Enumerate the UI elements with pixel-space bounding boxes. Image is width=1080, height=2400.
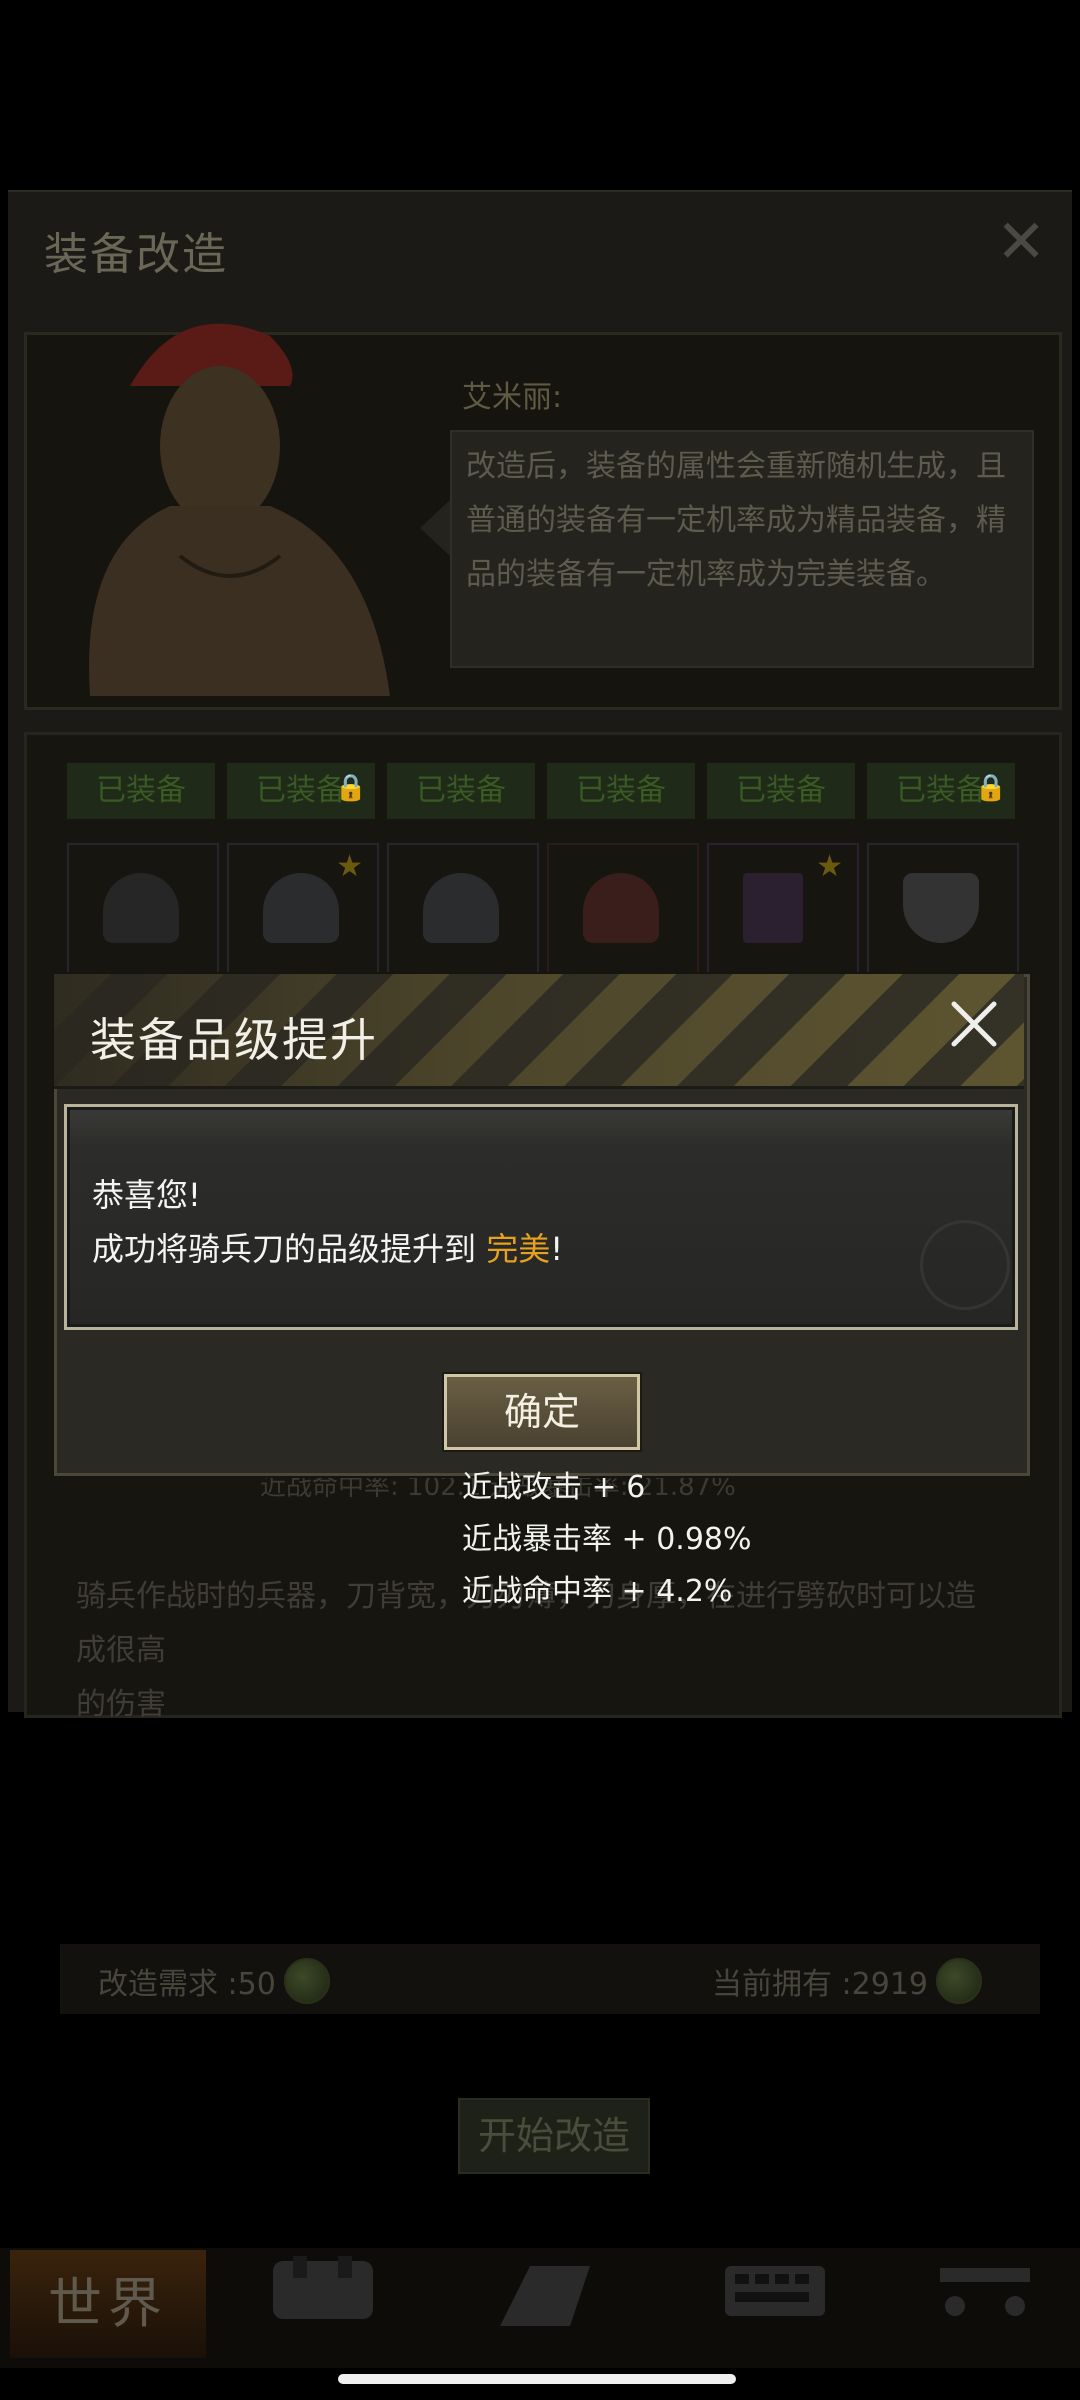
message-box xyxy=(64,1104,1018,1330)
start-modify-button[interactable]: 开始改造 xyxy=(458,2098,650,2174)
star-icon: ★ xyxy=(336,849,363,884)
keyboard-icon[interactable] xyxy=(720,2256,830,2326)
equipment-slot[interactable]: 已装备 🔒 xyxy=(867,763,1019,977)
lock-icon: 🔒 xyxy=(974,773,1007,803)
mask-icon xyxy=(423,873,499,943)
speech-line: 品的装备有一定机率成为完美装备。 xyxy=(466,557,946,592)
nav-world-tab[interactable]: 世界 xyxy=(10,2250,206,2358)
stat-change: 近战攻击 + 6 xyxy=(462,1470,646,1505)
owned-label: 当前拥有 :2919 xyxy=(712,1967,928,2002)
helmet-icon xyxy=(263,873,339,943)
coin-icon xyxy=(936,1958,982,2004)
equipment-slot[interactable]: 已装备 ★ xyxy=(707,763,859,977)
equipment-slot[interactable]: 已装备 🔒 ★ xyxy=(227,763,379,977)
message-prefix: 成功将骑兵刀的品级提升到 xyxy=(92,1230,487,1268)
npc-portrait xyxy=(89,323,390,696)
congrats-text: 恭喜您! xyxy=(92,1176,201,1214)
stat-change: 近战命中率 + 4.2% xyxy=(462,1574,733,1609)
backpack-icon[interactable] xyxy=(268,2256,378,2326)
description-line: 的伤害 xyxy=(76,1687,166,1722)
dialog-title: 装备品级提升 xyxy=(90,1013,378,1067)
building-icon[interactable] xyxy=(490,2256,600,2326)
jacket-icon xyxy=(103,873,179,943)
speech-line: 普通的装备有一定机率成为精品装备，精 xyxy=(466,503,1006,538)
home-indicator[interactable] xyxy=(338,2374,736,2384)
lock-icon: 🔒 xyxy=(334,773,367,803)
grade-highlight: 完美 xyxy=(486,1230,551,1268)
upgrade-message: 成功将骑兵刀的品级提升到 完美! xyxy=(92,1224,563,1270)
coin-icon xyxy=(283,1958,330,2004)
requirement-label: 改造需求 :50 xyxy=(98,1967,276,2002)
npc-speech-text: 改造后，装备的属性会重新随机生成，且 普通的装备有一定机率成为精品装备，精 品的… xyxy=(466,440,1026,602)
panel-title: 装备改造 xyxy=(44,229,228,280)
radiation-icon xyxy=(920,1220,1010,1310)
star-icon: ★ xyxy=(816,849,843,884)
message-suffix: ! xyxy=(550,1230,564,1268)
helmet-icon xyxy=(583,873,659,943)
close-icon[interactable] xyxy=(944,994,1004,1054)
stat-change: 近战暴击率 + 0.98% xyxy=(462,1522,752,1557)
requirement: 改造需求 :50 xyxy=(98,1958,330,2004)
speech-pointer xyxy=(420,500,450,556)
npc-name: 艾米丽: xyxy=(462,380,563,415)
equipped-label: 已装备 xyxy=(547,763,695,819)
owned: 当前拥有 :2919 xyxy=(712,1958,982,2004)
equipped-label: 已装备 xyxy=(707,763,855,819)
equipment-slot[interactable]: 已装备 xyxy=(387,763,539,977)
cart-icon[interactable] xyxy=(930,2256,1040,2326)
speech-line: 改造后，装备的属性会重新随机生成，且 xyxy=(466,449,1006,484)
bow-icon xyxy=(743,873,803,943)
equipment-slot[interactable]: 已装备 xyxy=(547,763,699,977)
confirm-button[interactable]: 确定 xyxy=(444,1374,640,1450)
equipped-label: 已装备 xyxy=(67,763,215,819)
panel-close-icon[interactable]: ✕ xyxy=(996,212,1046,272)
equipment-slot[interactable]: 已装备 xyxy=(67,763,219,977)
equipped-label: 已装备 xyxy=(387,763,535,819)
